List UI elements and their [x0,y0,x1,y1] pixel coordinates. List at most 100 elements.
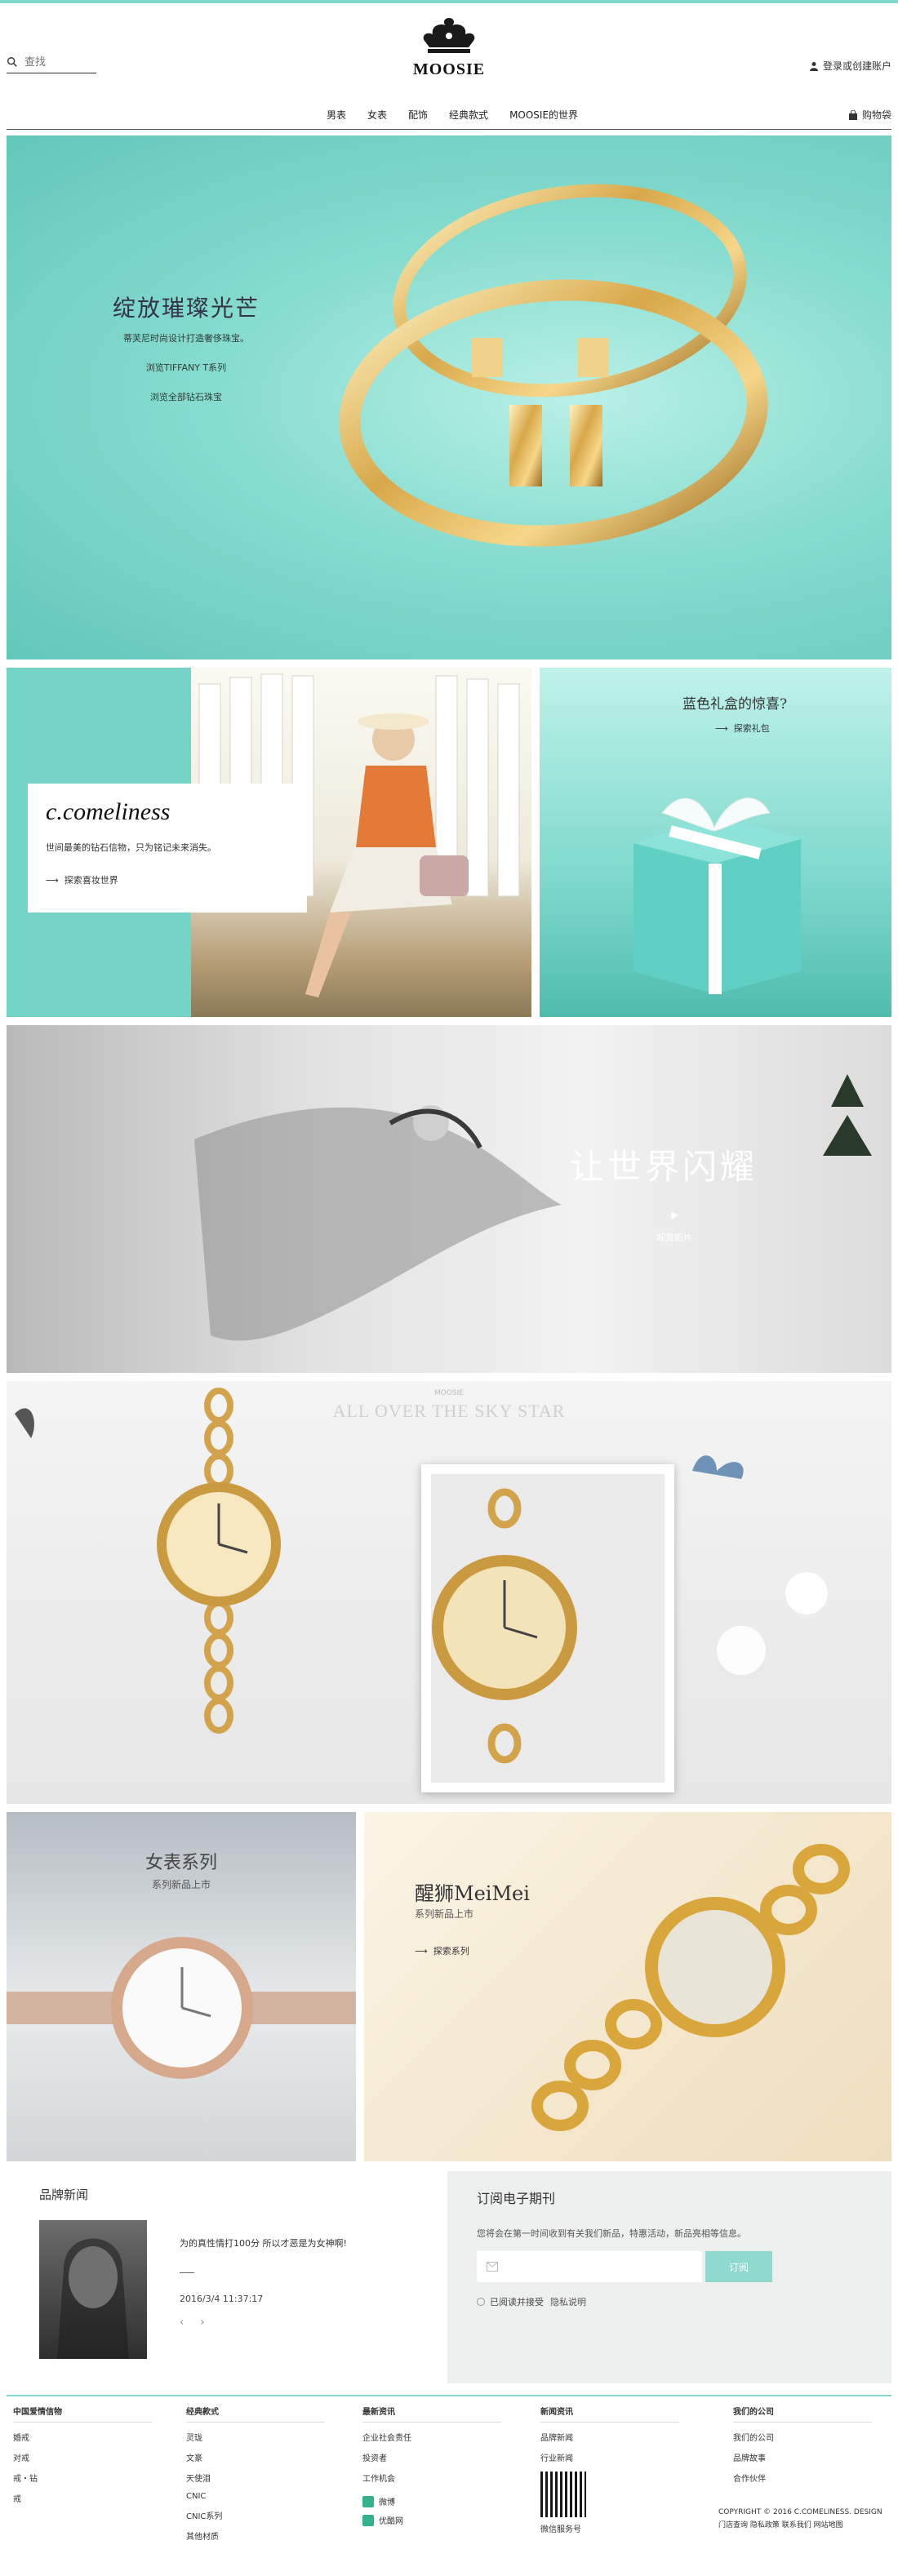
agree-checkbox[interactable] [477,2298,485,2306]
footer-link[interactable]: 对戒 [13,2451,152,2463]
privacy-link[interactable]: 隐私说明 [550,2295,586,2308]
promo-comeliness[interactable]: c.comeliness 世间最美的钻石信物，只为铭记未来消失。 ⟶ 探索喜妆世… [7,668,531,1017]
weibo-icon [362,2495,374,2507]
watch-film-link[interactable]: 观赏影片 [656,1231,692,1244]
cart-label: 购物袋 [861,109,891,121]
bracelet-watch-image [157,1388,281,1734]
bag-icon [848,109,857,120]
footer-col-2: 经典款式 灵珑 文豪 天使泪 CNIC CNIC系列 其他材质 [186,2405,325,2550]
footer-col-5: 我们的公司 我们的公司 品牌故事 合作伙伴 [733,2405,872,2492]
site-header: MOOSIE 登录或创建账户 男表 女表 配饰 经典款式 MOOSIE的世界 购… [0,3,898,135]
news-item-title[interactable]: 为的真性情打100分 所以才恶是为女神啊! [180,2236,347,2250]
nav-item-accessories[interactable]: 配饰 [408,108,428,122]
main-nav: 男表 女表 配饰 经典款式 MOOSIE的世界 [327,108,578,122]
featured-watch-panel [431,1474,665,1783]
footer-col-4: 新闻资讯 品牌新闻 行业新闻 微信服务号 [540,2405,679,2534]
nav-item-men[interactable]: 男表 [327,108,346,122]
email-field[interactable] [477,2251,702,2282]
promo-blue-box[interactable]: 蓝色礼盒的惊喜? ⟶ 探索礼包 [540,668,891,1017]
account-link[interactable]: 登录或创建账户 [809,59,891,73]
footer-link[interactable]: 灵珑 [186,2431,325,2443]
footer-link[interactable]: 合作伙伴 [733,2472,872,2484]
footer-link[interactable]: 工作机会 [362,2472,501,2484]
nav-item-world[interactable]: MOOSIE的世界 [509,108,578,122]
footer-link[interactable]: 天使泪 [186,2472,325,2484]
promo-card-title: c.comeliness [46,798,171,825]
qr-label: 微信服务号 [540,2525,581,2534]
subscribe-text: 您将会在第一时间收到有关我们新品，特惠活动，新品亮相等信息。 [477,2228,746,2239]
footer-link[interactable]: 企业社会责任 [362,2431,501,2443]
hero-title: 绽放璀璨光芒 [113,295,260,322]
youku-icon [362,2514,374,2526]
news-pager[interactable]: ‹ › [180,2316,211,2329]
subscribe-heading: 订阅电子期刊 [477,2191,556,2206]
footer-col-3: 最新资讯 企业社会责任 投资者 工作机会 微博 优酷网 [362,2405,501,2533]
footer-link[interactable]: 戒・钻 [13,2472,152,2484]
account-label: 登录或创建账户 [822,60,891,72]
footer-link[interactable]: 我们的公司 [733,2431,872,2443]
footer-col-1: 中国爱情信物 婚戒 对戒 戒・钻 戒 [13,2405,152,2512]
agree-label: 已阅读并接受 [490,2297,544,2307]
footer-link[interactable]: CNIC [186,2492,325,2501]
watch-showcase-banner[interactable]: MOOSIE ALL OVER THE SKY STAR [7,1381,891,1804]
footer-col-2-heading: 经典款式 [186,2405,325,2423]
newsletter-subscribe: 订阅电子期刊 您将会在第一时间收到有关我们新品，特惠活动，新品亮相等信息。 订阅… [447,2171,891,2383]
bangle-image [339,184,768,547]
youku-label: 优酷网 [379,2517,403,2526]
user-icon [809,61,818,71]
footer-link[interactable]: 品牌新闻 [540,2431,679,2443]
play-icon[interactable] [670,1211,678,1219]
women-watch-series[interactable]: 女表系列 系列新品上市 [7,1812,356,2161]
dancer-image [194,1074,872,1341]
mail-icon [487,2262,498,2272]
hero-banner[interactable]: 绽放璀璨光芒 蒂芙尼时尚设计打造奢侈珠宝。 浏览TIFFANY T系列 浏览全部… [7,135,891,660]
brand-logo[interactable]: MOOSIE [404,15,494,88]
hero-subtitle: 蒂芙尼时尚设计打造奢侈珠宝。 [123,333,249,344]
promo-card-link-label: 探索喜妆世界 [64,875,118,886]
meimei-series[interactable]: 醒狮MeiMei 系列新品上市 ⟶ 探索系列 [364,1812,891,2161]
featured-watch-frame [421,1464,674,1792]
nav-item-women[interactable]: 女表 [367,108,387,122]
news-item-date: 2016/3/4 11:37:17 [180,2294,264,2304]
footer-link[interactable]: 其他材质 [186,2529,325,2542]
footer-col-3-heading: 最新资讯 [362,2405,501,2423]
footer-accent-line [7,2395,891,2396]
promo-card-link[interactable]: ⟶ 探索喜妆世界 [46,873,289,886]
hero-link-diamonds[interactable]: 浏览全部钻石珠宝 [113,390,260,403]
news-image[interactable] [39,2220,147,2359]
video-banner-title: 让世界闪耀 [570,1147,758,1187]
weibo-link[interactable]: 微博 [362,2495,501,2507]
weibo-label: 微博 [379,2498,395,2507]
footer-link[interactable]: 行业新闻 [540,2451,679,2463]
cart-link[interactable]: 购物袋 [848,108,891,122]
brand-news: 品牌新闻 为的真性情打100分 所以才恶是为女神啊! 2016/3/4 11:3… [7,2171,441,2383]
search-box[interactable] [7,51,96,73]
footer-link[interactable]: 投资者 [362,2451,501,2463]
promo-card: c.comeliness 世间最美的钻石信物，只为铭记未来消失。 ⟶ 探索喜妆世… [28,784,307,913]
footer-link[interactable]: 品牌故事 [733,2451,872,2463]
copyright: COPYRIGHT © 2016 C.COMELINESS. DESIGN 门店… [718,2506,882,2532]
rose-gold-watch-image [7,1937,356,2079]
footer-link[interactable]: 文豪 [186,2451,325,2463]
search-input[interactable] [24,56,90,68]
video-banner[interactable]: 让世界闪耀 观赏影片 [7,1025,891,1373]
footer-col-1-heading: 中国爱情信物 [13,2405,152,2423]
footer-link[interactable]: CNIC系列 [186,2509,325,2521]
footer-link[interactable]: 戒 [13,2492,152,2504]
hero-copy: 绽放璀璨光芒 蒂芙尼时尚设计打造奢侈珠宝。 浏览TIFFANY T系列 浏览全部… [113,291,260,403]
crown-icon [423,18,475,53]
search-icon [7,56,17,67]
hero-link-tiffany-t[interactable]: 浏览TIFFANY T系列 [113,361,260,374]
footer-legal-links[interactable]: 门店查询 隐私政策 联系我们 网站地图 [718,2519,882,2532]
agree-terms[interactable]: 已阅读并接受 隐私说明 [477,2295,586,2308]
youku-link[interactable]: 优酷网 [362,2514,501,2526]
gift-box-image [633,797,801,994]
featured-watch-image [432,1488,577,1764]
news-divider [180,2272,194,2273]
copyright-text: COPYRIGHT © 2016 C.COMELINESS. DESIGN [718,2508,882,2516]
subscribe-button[interactable]: 订阅 [705,2251,772,2282]
news-heading: 品牌新闻 [39,2187,89,2202]
logo-text: MOOSIE [412,60,486,78]
nav-item-classics[interactable]: 经典款式 [449,108,488,122]
footer-link[interactable]: 婚戒 [13,2431,152,2443]
